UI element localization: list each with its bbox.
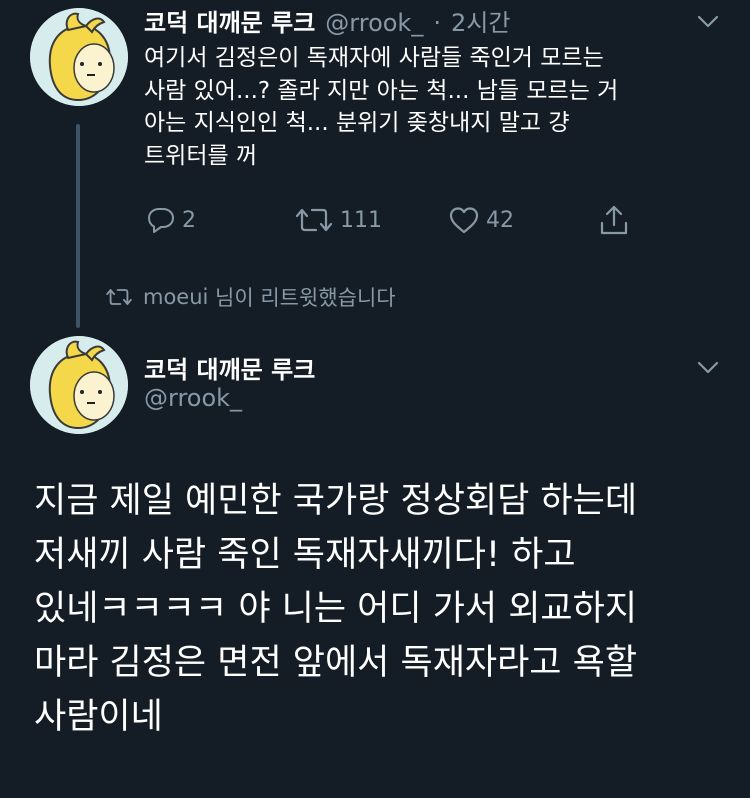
user-handle[interactable]: @rrook_ xyxy=(325,9,423,37)
tweet-text-line: 지금 제일 예민한 국가랑 정상회담 하는데 xyxy=(34,481,638,521)
timestamp[interactable]: 2시간 xyxy=(451,3,510,38)
retweet-button[interactable]: 111 xyxy=(294,205,382,235)
avatar[interactable] xyxy=(30,8,128,106)
retweet-note[interactable]: moeui 님이 리트윗했습니다 xyxy=(105,282,396,312)
tweet-text: 지금 제일 예민한 국가랑 정상회담 하는데 저새끼 사람 죽인 독재자새끼다!… xyxy=(34,474,724,744)
retweet-small-icon xyxy=(106,289,132,305)
like-icon xyxy=(449,207,479,234)
user-handle[interactable]: @rrook_ xyxy=(144,384,242,412)
retweet-icon xyxy=(295,208,333,232)
tweet-text-line: 사람 있어...? 졸라 지만 아는 척... 남들 모르는 거 xyxy=(144,77,619,104)
separator-dot: · xyxy=(433,9,441,37)
reply-button[interactable]: 2 xyxy=(146,205,196,235)
share-button[interactable] xyxy=(598,203,636,237)
chevron-down-icon[interactable] xyxy=(696,360,720,380)
tweet-text-line: 마라 김정은 면전 앞에서 독재자라고 욕할 xyxy=(34,643,638,683)
chevron-down-icon[interactable] xyxy=(696,14,720,34)
display-name[interactable]: 코덕 대깨문 루크 xyxy=(144,350,315,385)
tweet-text-line: 아는 지식인인 척... 분위기 좆창내지 말고 걍 xyxy=(144,110,570,136)
avatar-image xyxy=(30,336,128,434)
retweet-count: 111 xyxy=(340,207,382,233)
tweet-text-line: 저새끼 사람 죽인 독재자새끼다! 하고 xyxy=(34,535,576,575)
display-name[interactable]: 코덕 대깨문 루크 xyxy=(144,3,315,38)
like-button[interactable]: 42 xyxy=(448,205,514,235)
reply-icon xyxy=(148,208,174,233)
tweet-text-line: 여기서 김정은이 독재자에 사람들 죽인거 모르는 xyxy=(144,45,604,71)
tweet-text-line: 트위터를 꺼 xyxy=(144,142,258,169)
reply-count: 2 xyxy=(182,207,196,233)
retweeter-name[interactable]: moeui xyxy=(143,285,208,309)
share-icon xyxy=(600,205,628,235)
avatar-image xyxy=(30,8,128,106)
tweet-text: 여기서 김정은이 독재자에 사람들 죽인거 모르는 사람 있어...? 졸라 지… xyxy=(144,42,704,172)
like-count: 42 xyxy=(486,207,514,233)
reply-tweet[interactable]: 코덕 대깨문 루크 @rrook_ · 2시간 여기서 김정은이 독재자에 사람… xyxy=(0,0,750,270)
retweet-note-text: 님이 리트윗했습니다 xyxy=(208,286,396,310)
tweet-text-line: 사람이네 xyxy=(34,697,163,737)
tweet-text-line: 있네ㅋㅋㅋㅋ 야 니는 어디 가서 외교하지 xyxy=(34,589,638,629)
avatar[interactable] xyxy=(30,336,128,434)
